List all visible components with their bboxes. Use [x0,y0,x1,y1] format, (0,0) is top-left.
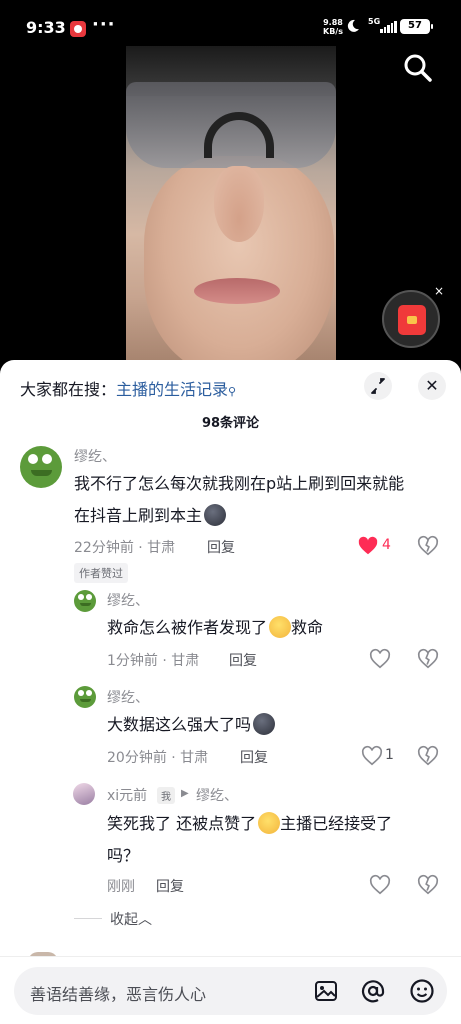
avatar[interactable] [73,783,95,805]
reply-text: 大数据这么强大了吗 [107,709,447,741]
reply-time-location: 20分钟前 · 甘肃 [107,750,209,766]
comment-input-bar: 善语结善缘，恶言伤人心 [0,956,461,1024]
reply-text-body: 大数据这么强大了吗 [107,715,252,734]
reply-username[interactable]: xi元前 [107,785,147,805]
hot-search-query[interactable]: 主播的生活记录 [116,380,228,399]
reply-button[interactable]: 回复 [240,747,268,767]
me-tag: 我 [157,787,175,804]
status-bar: 9:33 ··· 9.88 KB/s 5G 57 [0,0,461,44]
app-notification-icon [70,21,86,37]
reply-text-line-1-head: 笑死我了 还被点赞了 [107,814,257,833]
network-speed-unit: KB/s [323,27,343,36]
dark-face-emoji-icon [204,504,227,526]
crying-face-emoji-icon [269,616,292,638]
video-player[interactable] [126,46,336,360]
author-liked-tag: 作者赞过 [74,563,128,583]
more-notifications-icon: ··· [92,14,116,35]
reply-text-line-2: 吗？ [107,846,140,865]
reply-button[interactable]: 回复 [156,876,184,896]
collapse-replies-button[interactable]: 收起︿ [110,909,152,929]
reply-button[interactable]: 回复 [229,650,257,670]
avatar[interactable] [74,686,96,708]
video-nose [214,166,264,242]
comment-input[interactable]: 善语结善缘，恶言伤人心 [14,967,447,1015]
reply-text-line-1: 笑死我了 还被点赞了 主播已经接受了 [107,808,447,840]
close-button[interactable]: ✕ [418,372,446,400]
like-count: 1 [385,747,394,763]
comment-sheet: 大家都在搜：主播的生活记录⚲ ✕ 98条评论 缪纥、 我不行了怎么每次就我刚在p… [0,360,461,1024]
red-envelope-icon [398,305,426,335]
avatar[interactable] [20,446,62,488]
expand-icon [371,378,385,394]
comment-input-placeholder: 善语结善缘，恶言伤人心 [30,985,207,1004]
reply-text-tail: 救命 [291,618,324,637]
dislike-icon[interactable] [417,745,439,767]
reply-username[interactable]: 缪纥、 [107,590,149,610]
image-icon[interactable] [313,978,339,1004]
reply-text: 救命怎么被作者发现了 救命 [107,612,447,644]
network-speed-value: 9.88 [323,18,343,27]
heart-outline-icon[interactable] [369,648,391,670]
reply-arrow-icon: ▶ [181,788,189,799]
comment-text-line-1: 我不行了怎么每次就我刚在p站上刷到回来就能 [74,474,405,493]
dark-face-emoji-icon [253,713,276,735]
emoji-icon[interactable] [409,978,435,1004]
comment-text: 我不行了怎么每次就我刚在p站上刷到回来就能 在抖音上刷到本主 [74,468,454,532]
at-icon[interactable] [360,978,386,1004]
dislike-icon[interactable] [417,648,439,670]
network-speed: 9.88 KB/s [323,18,343,36]
reply-time-location: 1分钟前 · 甘肃 [107,653,200,669]
reply-button[interactable]: 回复 [207,537,235,557]
clock: 9:33 [26,18,66,37]
expand-button[interactable] [364,372,392,400]
comment-time-location: 22分钟前 · 甘肃 [74,540,176,556]
dislike-icon[interactable] [417,874,439,896]
dislike-icon[interactable] [417,535,439,557]
battery-indicator: 57 [400,19,433,34]
reply-text-line-1-tail: 主播已经接受了 [280,814,393,833]
reply-text: 笑死我了 还被点赞了 主播已经接受了 吗？ [107,808,447,872]
reply-to-username[interactable]: 缪纥、 [196,785,238,805]
network-type: 5G [368,17,381,26]
signal-icon [380,21,397,33]
hot-search-prefix: 大家都在搜： [20,380,117,399]
red-envelope-button[interactable] [382,290,440,348]
heart-filled-icon[interactable] [357,535,379,557]
collapse-divider [74,918,102,919]
like-count: 4 [382,537,391,553]
heart-outline-icon[interactable] [361,745,383,767]
reply-text-body: 救命怎么被作者发现了 [107,618,268,637]
comment-count: 98条评论 [201,416,260,431]
search-icon[interactable] [403,53,433,83]
heart-outline-icon[interactable] [369,874,391,896]
reply-username[interactable]: 缪纥、 [107,687,149,707]
video-mouth [194,278,280,304]
laughing-face-emoji-icon [258,812,281,834]
comment-text-line-2: 在抖音上刷到本主 [74,500,454,532]
do-not-disturb-icon [347,19,359,32]
comment-text-line-2-body: 在抖音上刷到本主 [74,506,203,525]
avatar[interactable] [74,590,96,612]
red-envelope-close-icon[interactable]: × [434,284,444,298]
reply-time: 刚刚 [107,879,135,895]
hot-search[interactable]: 大家都在搜：主播的生活记录⚲ [20,376,236,400]
comment-username[interactable]: 缪纥、 [74,446,116,466]
search-small-icon: ⚲ [228,385,237,398]
